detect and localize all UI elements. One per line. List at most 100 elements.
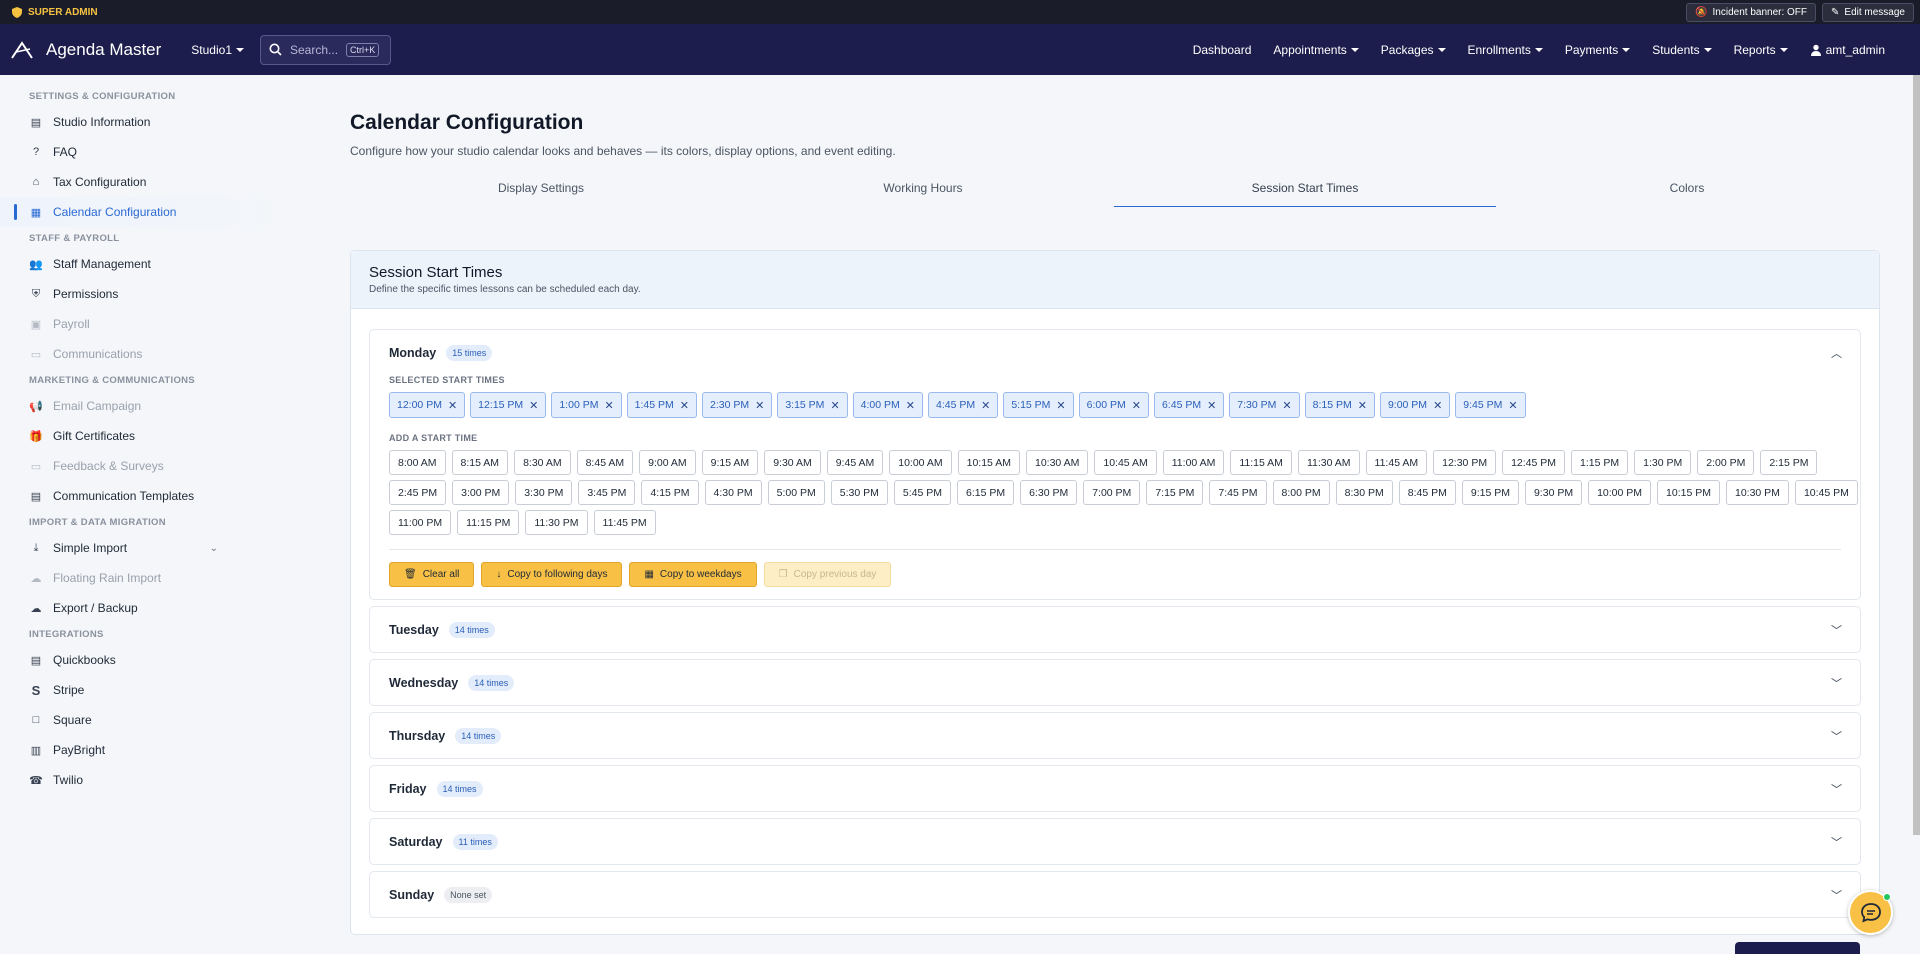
close-icon[interactable]: ✕ <box>1433 399 1442 412</box>
selected-time-chip[interactable]: 9:00 PM ✕ <box>1379 392 1451 418</box>
close-icon[interactable]: ✕ <box>981 399 990 412</box>
nav-link-students[interactable]: Students <box>1652 43 1712 57</box>
add-time-button[interactable]: 8:30 AM <box>514 450 571 475</box>
day-header[interactable]: Sunday None set ﹀ <box>370 872 1860 917</box>
sidebar-item-export-backup[interactable]: ☁ Export / Backup <box>0 593 298 623</box>
tab-session-start-times[interactable]: Session Start Times <box>1114 176 1496 207</box>
selected-time-chip[interactable]: 6:45 PM ✕ <box>1153 392 1225 418</box>
add-time-button[interactable]: 7:00 PM <box>1083 480 1141 505</box>
add-time-button[interactable]: 9:15 PM <box>1461 480 1519 505</box>
add-time-button[interactable]: 11:15 PM <box>457 510 520 535</box>
add-time-button[interactable]: 10:15 AM <box>957 450 1020 475</box>
close-icon[interactable]: ✕ <box>1508 399 1517 412</box>
add-time-button[interactable]: 9:00 AM <box>639 450 696 475</box>
close-icon[interactable]: ✕ <box>1282 399 1291 412</box>
selected-time-chip[interactable]: 5:15 PM ✕ <box>1003 392 1074 418</box>
tab-working-hours[interactable]: Working Hours <box>732 176 1114 207</box>
add-time-button[interactable]: 11:15 AM <box>1230 450 1292 475</box>
close-icon[interactable]: ✕ <box>680 399 689 412</box>
add-time-button[interactable]: 9:45 AM <box>826 450 884 475</box>
studio-selector[interactable]: Studio1 <box>191 43 244 57</box>
add-time-button[interactable]: 12:45 PM <box>1502 450 1566 475</box>
sidebar-item-quickbooks[interactable]: ▤ Quickbooks <box>0 645 298 675</box>
add-time-button[interactable]: 3:45 PM <box>578 480 636 505</box>
add-time-button[interactable]: 8:00 PM <box>1272 480 1330 505</box>
sidebar-item-faq[interactable]: ? FAQ <box>0 137 298 167</box>
sidebar-item-communications[interactable]: ▭ Communications <box>0 339 298 369</box>
sidebar-item-permissions[interactable]: ⛨ Permissions <box>0 279 298 309</box>
clear-all-button[interactable]: 🗑 Clear all <box>389 562 475 587</box>
brand[interactable]: Agenda Master <box>10 40 161 60</box>
add-time-button[interactable]: 2:45 PM <box>389 480 447 505</box>
user-menu[interactable]: amt_admin <box>1810 43 1885 57</box>
close-icon[interactable]: ✕ <box>830 399 839 412</box>
add-time-button[interactable]: 6:30 PM <box>1020 480 1078 505</box>
selected-time-chip[interactable]: 4:45 PM ✕ <box>927 392 999 418</box>
chat-widget-button[interactable] <box>1848 890 1893 935</box>
add-time-button[interactable]: 8:45 PM <box>1398 480 1456 505</box>
add-time-button[interactable]: 8:30 PM <box>1335 480 1393 505</box>
add-time-button[interactable]: 2:00 PM <box>1697 450 1755 475</box>
chevron-down-icon[interactable]: ﹀ <box>1831 834 1842 850</box>
add-time-button[interactable]: 9:30 AM <box>764 450 821 475</box>
nav-link-dashboard[interactable]: Dashboard <box>1193 43 1252 57</box>
close-icon[interactable]: ✕ <box>755 399 764 412</box>
add-time-button[interactable]: 11:00 PM <box>389 510 452 535</box>
close-icon[interactable]: ✕ <box>1207 399 1216 412</box>
selected-time-chip[interactable]: 6:00 PM ✕ <box>1078 392 1149 418</box>
add-time-button[interactable]: 8:45 AM <box>576 450 634 475</box>
chevron-down-icon[interactable]: ﹀ <box>1831 781 1842 797</box>
add-time-button[interactable]: 2:15 PM <box>1760 450 1818 475</box>
chevron-up-icon[interactable]: ︿ <box>1831 345 1842 361</box>
day-header[interactable]: Tuesday 14 times ﹀ <box>370 607 1860 652</box>
nav-link-appointments[interactable]: Appointments <box>1273 43 1359 57</box>
close-icon[interactable]: ✕ <box>448 399 457 412</box>
nav-link-packages[interactable]: Packages <box>1381 43 1446 57</box>
scrollbar[interactable] <box>1913 75 1920 835</box>
incident-banner-button[interactable]: 🔕 Incident banner: OFF <box>1686 2 1817 22</box>
day-header[interactable]: Saturday 11 times ﹀ <box>370 819 1860 864</box>
sidebar-item-tax-configuration[interactable]: ⌂ Tax Configuration <box>0 167 298 197</box>
add-time-button[interactable]: 11:45 AM <box>1365 450 1428 475</box>
add-time-button[interactable]: 5:30 PM <box>830 480 888 505</box>
selected-time-chip[interactable]: 1:00 PM ✕ <box>551 392 622 418</box>
add-time-button[interactable]: 10:15 PM <box>1657 480 1720 505</box>
nav-link-enrollments[interactable]: Enrollments <box>1468 43 1543 57</box>
chevron-down-icon[interactable]: ﹀ <box>1831 675 1842 691</box>
nav-link-reports[interactable]: Reports <box>1734 43 1788 57</box>
sidebar-item-studio-information[interactable]: ▤ Studio Information <box>0 107 298 137</box>
add-time-button[interactable]: 8:00 AM <box>389 450 446 475</box>
add-time-button[interactable]: 4:30 PM <box>704 480 762 505</box>
add-time-button[interactable]: 10:45 AM <box>1094 450 1157 475</box>
add-time-button[interactable]: 7:45 PM <box>1209 480 1267 505</box>
sidebar-item-gift-certificates[interactable]: 🎁 Gift Certificates <box>0 421 298 451</box>
add-time-button[interactable]: 1:15 PM <box>1571 450 1629 475</box>
add-time-button[interactable]: 1:30 PM <box>1634 450 1692 475</box>
sidebar-item-paybright[interactable]: ▥ PayBright <box>0 735 298 765</box>
add-time-button[interactable]: 11:00 AM <box>1162 450 1225 475</box>
sidebar-item-payroll[interactable]: ▣ Payroll <box>0 309 298 339</box>
add-time-button[interactable]: 11:30 PM <box>525 510 588 535</box>
add-time-button[interactable]: 8:15 AM <box>451 450 509 475</box>
add-time-button[interactable]: 10:00 PM <box>1588 480 1652 505</box>
selected-time-chip[interactable]: 2:30 PM ✕ <box>702 392 773 418</box>
selected-time-chip[interactable]: 1:45 PM ✕ <box>626 392 697 418</box>
add-time-button[interactable]: 5:45 PM <box>893 480 951 505</box>
search-input[interactable]: Search... Ctrl+K <box>260 34 391 65</box>
selected-time-chip[interactable]: 12:15 PM ✕ <box>470 392 547 418</box>
add-time-button[interactable]: 3:00 PM <box>452 480 510 505</box>
add-time-button[interactable]: 9:30 PM <box>1524 480 1583 505</box>
add-time-button[interactable]: 3:30 PM <box>515 480 573 505</box>
add-time-button[interactable]: 10:00 AM <box>889 450 952 475</box>
selected-time-chip[interactable]: 9:45 PM ✕ <box>1455 392 1526 418</box>
edit-message-button[interactable]: ✎ Edit message <box>1822 2 1914 22</box>
selected-time-chip[interactable]: 8:15 PM ✕ <box>1304 392 1375 418</box>
sidebar-item-twilio[interactable]: ☎ Twilio <box>0 765 298 795</box>
day-header[interactable]: Wednesday 14 times ﹀ <box>370 660 1860 705</box>
day-header[interactable]: Friday 14 times ﹀ <box>370 766 1860 811</box>
sidebar-item-stripe[interactable]: S Stripe <box>0 675 298 705</box>
copy-to-weekdays-button[interactable]: ▦ Copy to weekdays <box>629 562 757 587</box>
save-button[interactable] <box>1735 942 1860 954</box>
sidebar-item-floating-rain-import[interactable]: ☁ Floating Rain Import <box>0 563 298 593</box>
tab-colors[interactable]: Colors <box>1496 176 1878 207</box>
